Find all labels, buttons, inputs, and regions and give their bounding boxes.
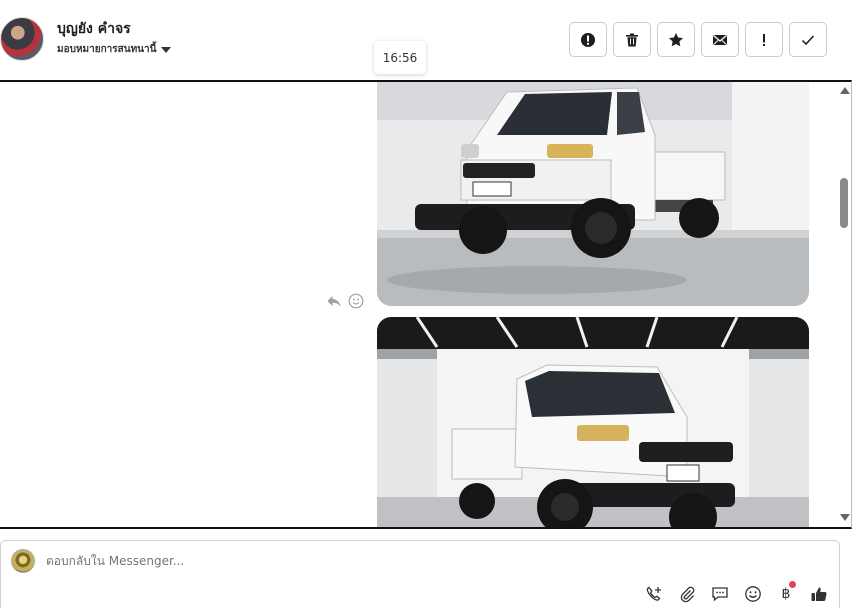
photo-white-pickup-truck-front [377,82,809,306]
phone-add-icon [646,586,661,601]
payment-button[interactable]: ฿ [776,581,796,604]
scroll-up-arrow-icon[interactable] [840,87,850,94]
baht-payment-icon: ฿ [781,586,791,602]
thread-header: บุญยัง คำจร มอบหมายการสนทนานี้ 16:56 [0,0,855,80]
follow-up-button[interactable] [745,22,783,57]
saved-reply-icon [712,587,728,602]
mark-unread-button[interactable] [701,22,739,57]
trash-icon [626,33,638,46]
delete-button[interactable] [613,22,651,57]
envelope-icon [713,34,727,45]
message-image[interactable] [377,82,809,306]
caret-down-icon [161,46,172,53]
message-actions [326,293,364,309]
assign-label: มอบหมายการสนทนานี้ [57,44,157,55]
contact-avatar[interactable] [0,17,44,61]
reply-input[interactable] [46,554,746,568]
message-image[interactable] [377,317,809,527]
like-button[interactable] [809,584,829,604]
star-button[interactable] [657,22,695,57]
star-icon [669,32,683,46]
saved-replies-button[interactable] [710,584,730,604]
scroll-down-arrow-icon[interactable] [840,514,850,521]
notification-dot [789,581,796,588]
attach-file-button[interactable] [677,584,697,604]
thumbs-up-icon [811,587,827,601]
reply-icon[interactable] [326,293,342,309]
emoji-button[interactable] [743,584,763,604]
paperclip-icon [680,586,695,603]
photo-white-pickup-truck-angle [377,317,809,527]
thread-toolbar [569,22,827,57]
assign-conversation-dropdown[interactable]: มอบหมายการสนทนานี้ [57,42,172,57]
checkmark-icon [801,34,815,45]
mark-spam-button[interactable] [569,22,607,57]
messenger-thread: บุญยัง คำจร มอบหมายการสนทนานี้ 16:56 ตอบ… [0,0,855,608]
timestamp-tooltip: 16:56 [374,41,426,74]
composer-toolbar: ฿ [644,581,829,604]
exclamation-circle-icon [581,32,595,47]
conversation-area[interactable] [0,80,852,529]
scroll-thumb[interactable] [840,178,848,228]
reply-composer: ฿ [0,540,840,608]
emoji-icon [745,586,761,602]
mark-done-button[interactable] [789,22,827,57]
page-avatar [11,549,35,573]
exclamation-icon [763,33,765,46]
emoji-react-icon[interactable] [348,293,364,309]
conversation-scrollbar[interactable] [837,82,851,527]
contact-name[interactable]: บุญยัง คำจร [57,18,131,40]
phone-add-button[interactable] [644,584,664,604]
